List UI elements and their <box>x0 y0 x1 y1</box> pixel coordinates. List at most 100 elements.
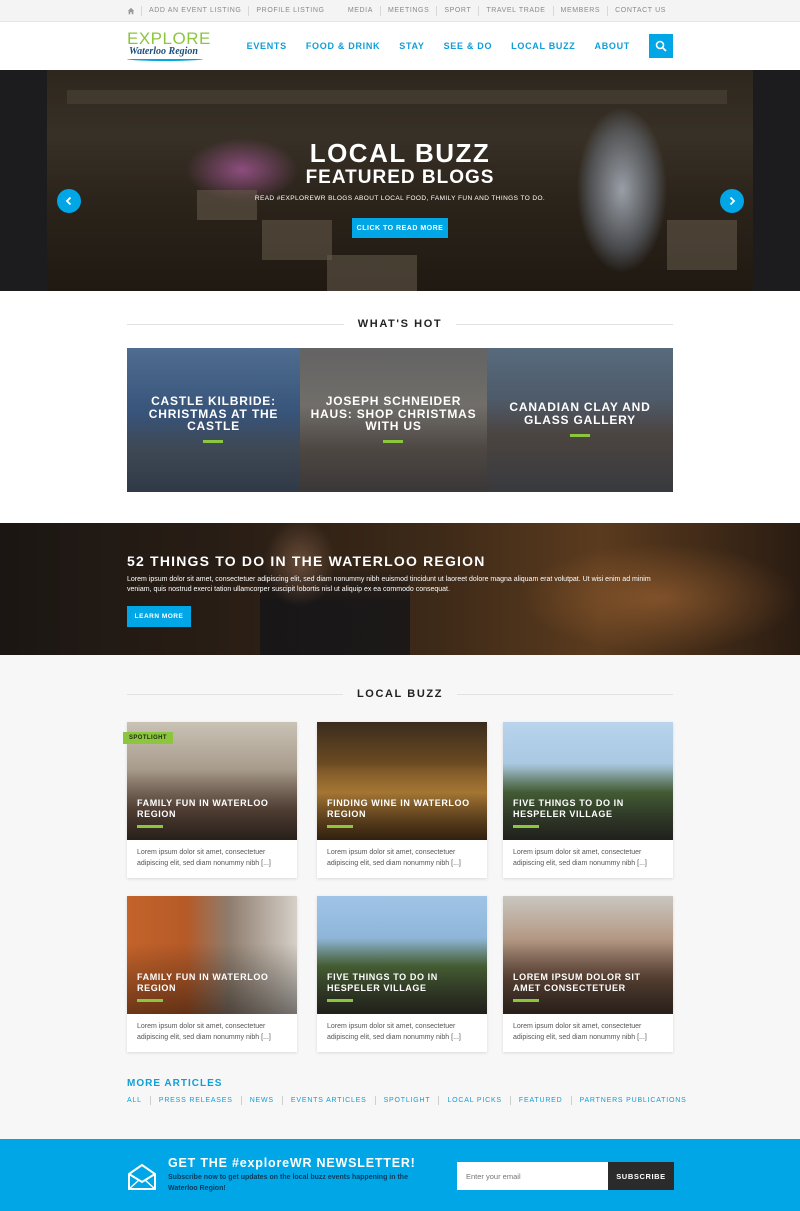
hero-prev-button[interactable] <box>57 189 81 213</box>
buzz-card-accent-bar <box>137 825 163 828</box>
buzz-card-excerpt: Lorem ipsum dolor sit amet, consectetuer… <box>137 1023 271 1041</box>
divider <box>127 323 344 325</box>
buzz-card-excerpt: Lorem ipsum dolor sit amet, consectetuer… <box>137 849 271 867</box>
hot-item-accent-bar <box>383 440 403 443</box>
nav-food-drink[interactable]: FOOD & DRINK <box>306 41 380 51</box>
buzz-card-accent-bar <box>327 825 353 828</box>
buzz-card-image <box>503 722 673 840</box>
search-icon <box>655 40 667 52</box>
buzz-card-title: FIVE THINGS TO DO IN HESPELER VILLAGE <box>513 798 624 819</box>
learn-more-button[interactable]: LEARN MORE <box>127 606 191 627</box>
hot-item-title: CASTLE KILBRIDE: CHRISTMAS AT THE CASTLE <box>148 394 279 433</box>
promo-background-glow <box>520 543 800 653</box>
image-shade <box>317 896 487 1014</box>
filter-all[interactable]: ALL <box>127 1096 150 1105</box>
logo-swoosh <box>127 57 203 61</box>
filter-events-articles[interactable]: EVENTS ARTICLES <box>281 1095 375 1105</box>
buzz-card[interactable]: FIVE THINGS TO DO IN HESPELER VILLAGE Lo… <box>503 722 673 878</box>
buzz-card-accent-bar <box>513 825 539 828</box>
travel-trade-link[interactable]: TRAVEL TRADE <box>478 6 552 16</box>
filter-partners-publications[interactable]: PARTNERS PUBLICATIONS <box>570 1095 695 1105</box>
buzz-card-accent-bar <box>327 999 353 1002</box>
hero-next-button[interactable] <box>720 189 744 213</box>
hot-item-accent-bar <box>570 434 590 437</box>
buzz-card[interactable]: FAMILY FUN IN WATERLOO REGION Lorem ipsu… <box>127 896 297 1052</box>
hot-item-clay-glass-gallery[interactable]: CANADIAN CLAY AND GLASS GALLERY <box>487 348 673 492</box>
site-logo[interactable]: EXPLORE Waterloo Region <box>127 29 210 63</box>
image-shade <box>317 722 487 840</box>
more-articles-title: MORE ARTICLES <box>127 1078 223 1089</box>
filter-news[interactable]: NEWS <box>240 1095 282 1105</box>
local-buzz-title: LOCAL BUZZ <box>356 688 444 700</box>
chevron-right-icon <box>729 196 736 206</box>
buzz-card[interactable]: FINDING WINE IN WATERLOO REGION Lorem ip… <box>317 722 487 878</box>
buzz-card-accent-bar <box>137 999 163 1002</box>
divider <box>456 323 673 325</box>
chevron-left-icon <box>65 196 72 206</box>
home-icon[interactable] <box>127 7 135 15</box>
buzz-card-excerpt: Lorem ipsum dolor sit amet, consectetuer… <box>513 849 647 867</box>
members-link[interactable]: MEMBERS <box>552 6 608 16</box>
hero-subtitle-heading: FEATURED BLOGS <box>305 167 495 188</box>
hero-title: LOCAL BUZZ <box>309 138 491 168</box>
whats-hot-heading: WHAT'S HOT <box>127 317 673 331</box>
buzz-card-excerpt: Lorem ipsum dolor sit amet, consectetuer… <box>513 1023 647 1041</box>
hero-slider: LOCAL BUZZ FEATURED BLOGS READ #EXPLOREW… <box>0 70 800 291</box>
utility-links-right: MEDIA MEETINGS SPORT TRAVEL TRADE MEMBER… <box>341 0 673 22</box>
sport-link[interactable]: SPORT <box>436 6 478 16</box>
image-shade <box>127 896 297 1014</box>
contact-us-link[interactable]: CONTACT US <box>607 6 673 16</box>
utility-bar: ADD AN EVENT LISTING PROFILE LISTING MED… <box>0 0 800 22</box>
spotlight-badge: SPOTLIGHT <box>123 732 173 744</box>
filter-local-picks[interactable]: LOCAL PICKS <box>438 1095 509 1105</box>
nav-stay[interactable]: STAY <box>399 41 424 51</box>
promo-text: Lorem ipsum dolor sit amet, consectetuer… <box>127 576 651 593</box>
add-event-listing-link[interactable]: ADD AN EVENT LISTING <box>141 6 248 16</box>
newsletter-subtitle: Subscribe now to get updates on the loca… <box>168 1174 408 1192</box>
buzz-card-title: LOREM IPSUM DOLOR SIT AMET CONSECTETUER <box>513 972 641 993</box>
buzz-card-image <box>503 896 673 1014</box>
buzz-card-title: FIVE THINGS TO DO IN HESPELER VILLAGE <box>327 972 438 993</box>
hot-item-castle-kilbride[interactable]: CASTLE KILBRIDE: CHRISTMAS AT THE CASTLE <box>127 348 300 492</box>
buzz-card-excerpt: Lorem ipsum dolor sit amet, consectetuer… <box>327 849 461 867</box>
newsletter-bar: GET THE #exploreWR NEWSLETTER! Subscribe… <box>0 1139 800 1211</box>
nav-local-buzz[interactable]: LOCAL BUZZ <box>511 41 575 51</box>
main-nav: EVENTS FOOD & DRINK STAY SEE & DO LOCAL … <box>228 22 673 70</box>
filter-press-releases[interactable]: PRESS RELEASES <box>149 1095 241 1105</box>
newsletter-email-input[interactable] <box>457 1162 608 1190</box>
divider <box>127 693 343 695</box>
promo-banner: 52 THINGS TO DO IN THE WATERLOO REGION L… <box>0 523 800 655</box>
site-header: EXPLORE Waterloo Region EVENTS FOOD & DR… <box>0 22 800 70</box>
media-link[interactable]: MEDIA <box>341 6 380 16</box>
search-button[interactable] <box>649 34 673 58</box>
filter-featured[interactable]: FEATURED <box>509 1095 571 1105</box>
nav-see-do[interactable]: SEE & DO <box>444 41 493 51</box>
buzz-card[interactable]: FIVE THINGS TO DO IN HESPELER VILLAGE Lo… <box>317 896 487 1052</box>
logo-region-text: Waterloo Region <box>129 46 198 57</box>
utility-links-left: ADD AN EVENT LISTING PROFILE LISTING <box>127 0 332 22</box>
subscribe-button[interactable]: SUBSCRIBE <box>608 1162 674 1190</box>
more-articles-filter: ALL PRESS RELEASES NEWS EVENTS ARTICLES … <box>127 1095 695 1105</box>
buzz-card[interactable]: SPOTLIGHT FAMILY FUN IN WATERLOO REGION … <box>123 722 297 878</box>
hot-item-schneider-haus[interactable]: JOSEPH SCHNEIDER HAUS: SHOP CHRISTMAS WI… <box>300 348 487 492</box>
newsletter-title: GET THE #exploreWR NEWSLETTER! <box>168 1156 416 1170</box>
promo-title: 52 THINGS TO DO IN THE WATERLOO REGION <box>127 553 486 569</box>
meetings-link[interactable]: MEETINGS <box>379 6 436 16</box>
buzz-card-accent-bar <box>513 999 539 1002</box>
filter-spotlight[interactable]: SPOTLIGHT <box>374 1095 439 1105</box>
profile-listing-link[interactable]: PROFILE LISTING <box>248 6 331 16</box>
buzz-card-image <box>127 896 297 1014</box>
envelope-icon <box>128 1163 156 1190</box>
buzz-card-image <box>317 722 487 840</box>
whats-hot-title: WHAT'S HOT <box>357 318 443 330</box>
local-buzz-heading: LOCAL BUZZ <box>127 687 674 701</box>
hot-item-title: CANADIAN CLAY AND GLASS GALLERY <box>509 400 651 427</box>
buzz-card-title: FAMILY FUN IN WATERLOO REGION <box>137 972 269 993</box>
buzz-card-title: FINDING WINE IN WATERLOO REGION <box>327 798 470 819</box>
nav-about[interactable]: ABOUT <box>595 41 631 51</box>
nav-events[interactable]: EVENTS <box>247 41 287 51</box>
image-shade <box>503 896 673 1014</box>
hero-read-more-button[interactable]: CLICK TO READ MORE <box>352 218 448 238</box>
buzz-card[interactable]: LOREM IPSUM DOLOR SIT AMET CONSECTETUER … <box>503 896 673 1052</box>
buzz-card-excerpt: Lorem ipsum dolor sit amet, consectetuer… <box>327 1023 461 1041</box>
